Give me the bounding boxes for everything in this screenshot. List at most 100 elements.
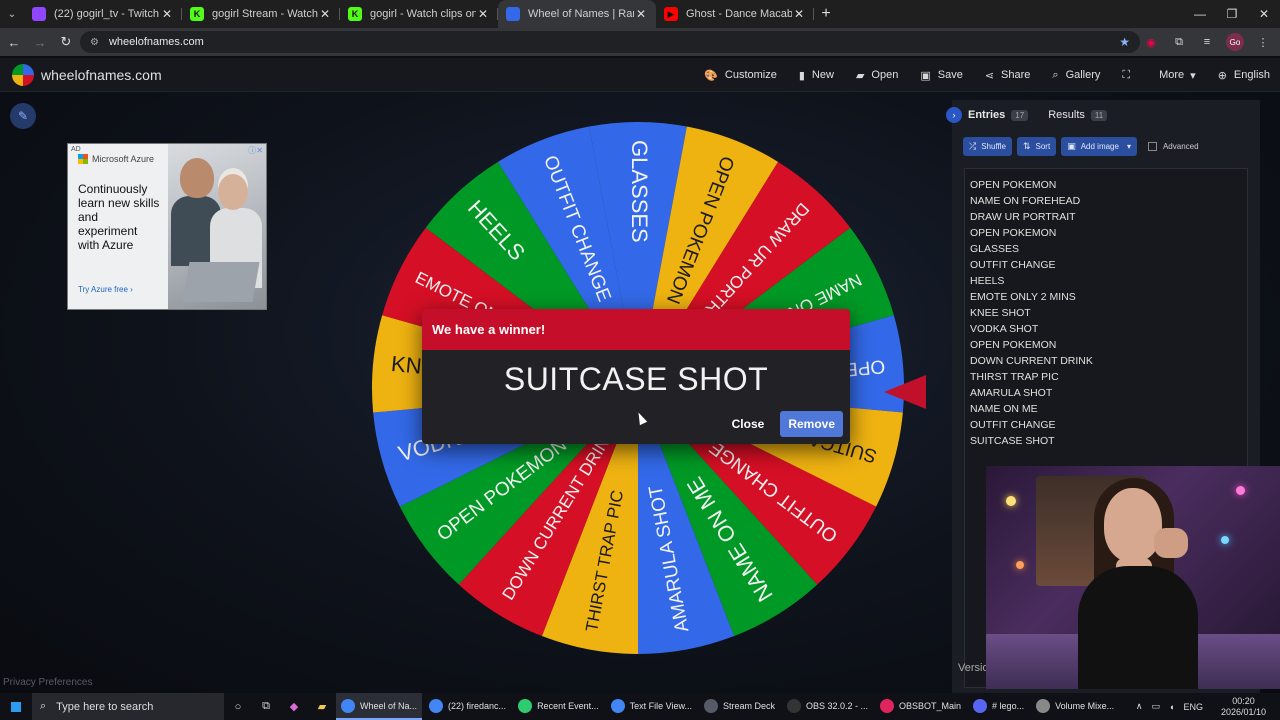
file-icon: ▮	[798, 69, 805, 82]
shuffle-label: Shuffle	[981, 142, 1006, 151]
chevron-down-icon: ▾	[1190, 69, 1196, 82]
taskbar-app[interactable]: # lego...	[968, 693, 1029, 720]
menu-item-label: English	[1233, 69, 1270, 81]
site-info-icon[interactable]: ⚙	[90, 37, 99, 48]
tab-entries[interactable]: Entries 17	[968, 109, 1029, 121]
webcam-overlay	[986, 466, 1280, 689]
taskbar-app[interactable]: Volume Mixe...	[1031, 693, 1119, 720]
add-image-button[interactable]: ▣ Add image ▾	[1061, 137, 1137, 156]
extension-badge-icon[interactable]: ◉	[1142, 33, 1160, 51]
ad-close-icon[interactable]: ⓘ✕	[248, 145, 263, 156]
language-indicator[interactable]: ENG	[1183, 702, 1203, 712]
taskbar-app[interactable]: Text File View...	[606, 693, 697, 720]
cortana-icon[interactable]: ○	[224, 693, 252, 720]
advanced-toggle[interactable]: Advanced	[1147, 142, 1199, 151]
menu-item-label: New	[811, 69, 834, 81]
menu-item-label: Customize	[724, 69, 777, 81]
copilot-icon[interactable]: ◆	[280, 693, 308, 720]
sort-button[interactable]: ⇅ Sort	[1016, 137, 1057, 156]
taskbar-app[interactable]: OBSBOT_Main	[875, 693, 966, 720]
browser-tab[interactable]: ▶ Ghost - Dance Macabre (Officia✕	[656, 0, 814, 28]
browser-tab[interactable]: Kgogirl Stream - Watch Live on K✕	[182, 0, 340, 28]
media-icon[interactable]: ≡	[1198, 33, 1216, 51]
browser-tab[interactable]: Wheel of Names | Random nam✕	[498, 0, 656, 28]
back-icon[interactable]: ←	[2, 28, 26, 56]
shuffle-button[interactable]: ⤮ Shuffle	[963, 137, 1012, 156]
menu-item-more[interactable]: More ▾	[1159, 69, 1196, 82]
tab-close-icon[interactable]: ✕	[634, 7, 648, 21]
tab-results[interactable]: Results 11	[1048, 109, 1108, 121]
restore-icon[interactable]: ❐	[1216, 0, 1248, 28]
close-button[interactable]: Close	[732, 417, 765, 431]
ad-cta-link[interactable]: Try Azure free ›	[78, 285, 133, 294]
profile-avatar[interactable]: Go	[1226, 33, 1244, 51]
tab-results-label: Results	[1048, 109, 1085, 121]
browser-tab[interactable]: (22) gogirl_tv - Twitch ✕	[24, 0, 182, 28]
cam-light	[1221, 536, 1229, 544]
menu-item-english[interactable]: ⊕ English	[1218, 69, 1270, 82]
new-tab-button[interactable]: +	[814, 0, 838, 28]
volume-icon[interactable]: ◖	[1169, 702, 1174, 712]
taskbar-app-label: OBSBOT_Main	[899, 700, 962, 711]
forward-icon[interactable]: →	[28, 28, 52, 56]
taskbar-app[interactable]: Stream Deck	[699, 693, 780, 720]
tab-search-icon[interactable]: ⌄	[0, 0, 24, 28]
site-logo[interactable]: wheelofnames.com	[12, 63, 162, 86]
entry-line: DRAW UR PORTRAIT	[970, 211, 1076, 223]
menu-item-share[interactable]: ⋖ Share	[985, 69, 1031, 82]
start-button[interactable]	[0, 693, 32, 720]
tab-close-icon[interactable]: ✕	[792, 7, 806, 21]
close-window-icon[interactable]: ✕	[1248, 0, 1280, 28]
entry-line: EMOTE ONLY 2 MINS	[970, 291, 1076, 303]
url-input[interactable]: ⚙ wheelofnames.com ★	[80, 31, 1140, 53]
taskbar-app-label: Stream Deck	[722, 700, 775, 711]
taskbar-app[interactable]: (22) firedanc...	[424, 693, 511, 720]
browser-menu-icon[interactable]: ⋮	[1254, 33, 1272, 51]
menu-item-save[interactable]: ▣ Save	[920, 69, 962, 82]
entry-line: THIRST TRAP PIC	[970, 371, 1059, 383]
wheel-segment-label: GLASSES	[627, 140, 652, 243]
file-explorer-icon[interactable]: ▰	[308, 693, 336, 720]
browser-tab[interactable]: Kgogirl - Watch clips on Kick✕	[340, 0, 498, 28]
browser-tab-title: (22) gogirl_tv - Twitch	[54, 8, 159, 20]
tab-close-icon[interactable]: ✕	[476, 7, 490, 21]
browser-tab-title: gogirl - Watch clips on Kick	[370, 8, 476, 20]
search-icon: ⌕	[40, 700, 47, 712]
edit-pencil-icon[interactable]: ✎	[10, 103, 36, 129]
bookmark-star-icon[interactable]: ★	[1119, 35, 1130, 49]
folder-icon: ▰	[855, 69, 865, 82]
advanced-checkbox[interactable]	[1147, 142, 1157, 151]
minimize-icon[interactable]: —	[1184, 0, 1216, 28]
wheel-pointer	[884, 375, 926, 409]
entry-line: OPEN POKEMON	[970, 179, 1057, 191]
task-view-icon[interactable]: ⧉	[252, 693, 280, 720]
remove-button[interactable]: Remove	[780, 411, 843, 437]
entry-line: DOWN CURRENT DRINK	[970, 355, 1093, 367]
menu-item-fullscreen[interactable]: ⛶	[1122, 69, 1137, 82]
taskbar-app[interactable]: Wheel of Na...	[336, 693, 423, 720]
ad-banner[interactable]: AD ⓘ✕ Microsoft Azure Continuously learn…	[67, 143, 267, 310]
site-header: wheelofnames.com 🎨 Customize ▮ New ▰ Open ▣ Sav…	[0, 58, 1280, 92]
winner-dialog: We have a winner! SUITCASE SHOT Close Re…	[422, 309, 850, 444]
url-text: wheelofnames.com	[108, 36, 204, 48]
add-image-label: Add image	[1080, 142, 1119, 151]
privacy-preferences-link[interactable]: Privacy Preferences	[3, 677, 92, 688]
browser-tab-title: Ghost - Dance Macabre (Officia	[686, 8, 792, 20]
windows-logo-icon	[10, 700, 22, 713]
menu-item-gallery[interactable]: ⌕ Gallery	[1052, 69, 1100, 82]
menu-item-new[interactable]: ▮ New	[799, 69, 834, 82]
taskbar-search[interactable]: ⌕ Type here to search	[32, 693, 224, 720]
menu-item-open[interactable]: ▰ Open	[856, 69, 898, 82]
tray-chevron-icon[interactable]: ∧	[1136, 701, 1143, 712]
taskbar-app[interactable]: Recent Event...	[513, 693, 604, 720]
extensions-icon[interactable]: ⧉	[1170, 33, 1188, 51]
collapse-chevron-icon[interactable]: ›	[946, 107, 962, 123]
clock[interactable]: 00:20 2026/01/10	[1212, 696, 1266, 718]
tab-close-icon[interactable]: ✕	[318, 7, 332, 21]
network-icon[interactable]: ▭	[1151, 701, 1160, 712]
panel-tabs: › Entries 17 Results 11	[946, 100, 1260, 130]
reload-icon[interactable]: ↻	[54, 28, 78, 56]
menu-item-customize[interactable]: 🎨 Customize	[704, 69, 777, 82]
tab-close-icon[interactable]: ✕	[160, 7, 174, 21]
taskbar-app[interactable]: OBS 32.0.2 - ...	[782, 693, 873, 720]
